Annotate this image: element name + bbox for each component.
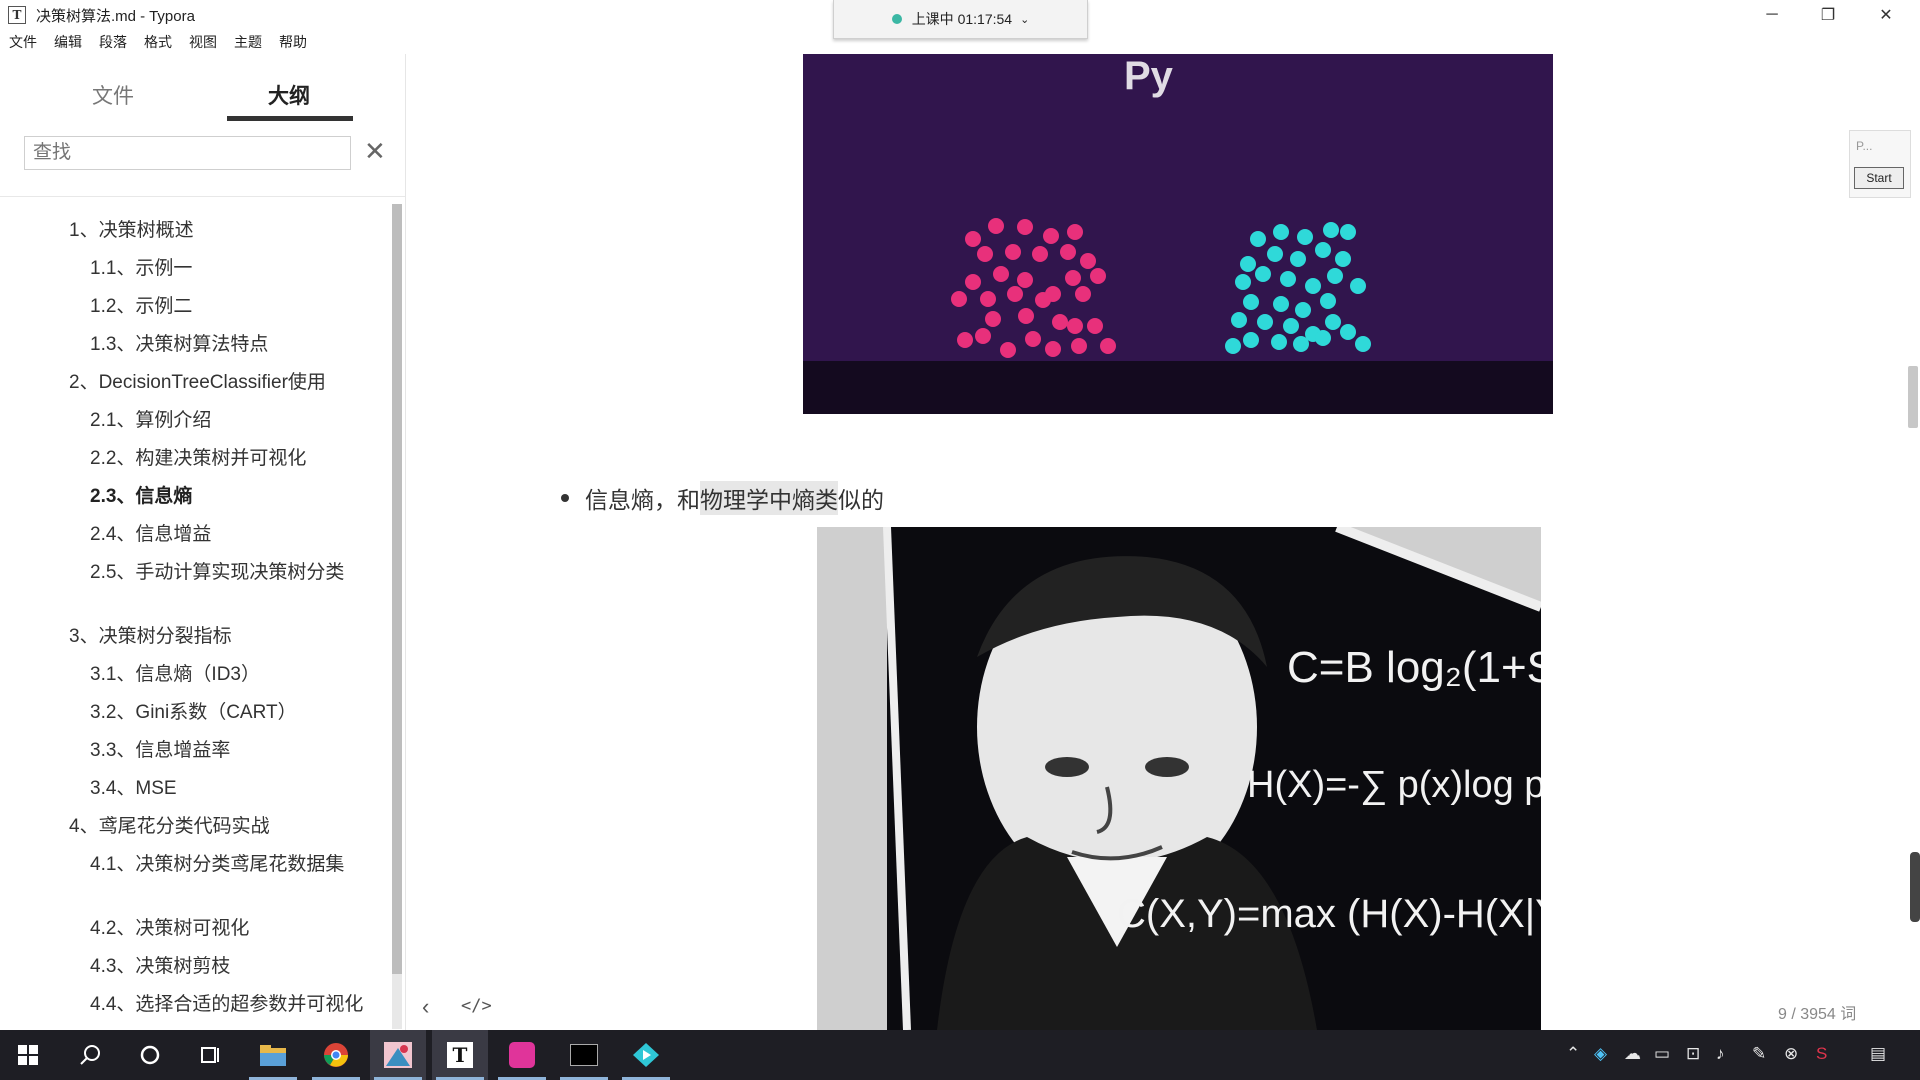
editor-area[interactable]: Py 信息熵，和物理学中熵类似的 C=B log₂(1+S/N) H(X)=-∑… xyxy=(406,54,1920,1030)
volume-icon[interactable]: ♪ xyxy=(1716,1044,1725,1064)
outline-item[interactable]: 4、鸢尾花分类代码实战 xyxy=(69,814,359,840)
source-mode-icon[interactable]: </> xyxy=(461,996,492,1016)
formula-entropy: H(X)=-∑ p(x)log p(x) xyxy=(1247,764,1541,806)
pink-app-icon[interactable] xyxy=(494,1030,550,1080)
slide-floor xyxy=(803,361,1553,414)
outline-item[interactable]: 3、决策树分裂指标 xyxy=(69,624,359,650)
windows-start-icon[interactable] xyxy=(0,1030,56,1080)
menu-edit[interactable]: 编辑 xyxy=(54,32,82,52)
outline-item[interactable]: 2.5、手动计算实现决策树分类 xyxy=(90,560,380,586)
formula-channel-capacity: C=B log₂(1+S/N) xyxy=(1287,643,1541,692)
outline-item[interactable]: 2、DecisionTreeClassifier使用 xyxy=(69,370,359,396)
recording-dot-icon xyxy=(891,14,902,24)
sidebar: 文件 大纲 ✕ 1、决策树概述 1.1、示例一 1.2、示例二 1.3、决策树算… xyxy=(0,54,406,1030)
minimize-button[interactable]: ─ xyxy=(1744,0,1800,30)
active-tab-indicator xyxy=(227,116,353,121)
menu-format[interactable]: 格式 xyxy=(144,32,172,52)
outline-item[interactable]: 3.4、MSE xyxy=(90,776,380,802)
outline-item[interactable]: 2.4、信息增益 xyxy=(90,522,380,548)
menu-help[interactable]: 帮助 xyxy=(279,32,307,52)
chrome-icon[interactable] xyxy=(308,1030,364,1080)
menu-view[interactable]: 视图 xyxy=(189,32,217,52)
tray-app-icon[interactable]: ◈ xyxy=(1594,1044,1607,1064)
tray-chevron-up-icon[interactable]: ⌃ xyxy=(1566,1044,1580,1064)
class-timer-widget[interactable]: 上课中 01:17:54 ⌄ xyxy=(833,0,1088,39)
formula-mutual-info: C(X,Y)=max (H(X)-H(X|Y)) xyxy=(1117,892,1541,936)
menu-file[interactable]: 文件 xyxy=(9,32,37,52)
outline-item[interactable]: 2.2、构建决策树并可视化 xyxy=(90,446,380,472)
notification-icon[interactable]: ▤ xyxy=(1870,1044,1886,1064)
tab-outline[interactable]: 大纲 xyxy=(268,80,310,110)
toggle-sidebar-icon[interactable]: ‹ xyxy=(422,994,429,1020)
taskbar: T ⌃ ◈ ☁ ▭ ⊡ ♪ ✎ ⊗ S ▤ xyxy=(0,1030,1920,1080)
battery-icon[interactable]: ▭ xyxy=(1654,1044,1670,1064)
pink-particle-cluster xyxy=(951,218,1116,358)
restore-button[interactable]: ❐ xyxy=(1800,0,1856,30)
terminal-icon[interactable] xyxy=(556,1030,612,1080)
close-button[interactable]: ✕ xyxy=(1858,0,1914,30)
outline-item[interactable]: 1.2、示例二 xyxy=(90,294,380,320)
chevron-down-icon[interactable]: ⌄ xyxy=(1020,13,1029,26)
task-view-icon[interactable] xyxy=(182,1030,238,1080)
class-timer-text: 上课中 01:17:54 xyxy=(911,11,1013,27)
typora-app-icon: T xyxy=(8,6,26,24)
bullet-text-start: 信息熵，和 xyxy=(585,487,700,513)
portrait-svg: C=B log₂(1+S/N) H(X)=-∑ p(x)log p(x) C(X… xyxy=(817,527,1541,1030)
bullet-text-end: 似的 xyxy=(838,487,884,513)
outline-item[interactable]: 4.2、决策树可视化 xyxy=(90,916,380,942)
outline-item-active[interactable]: 2.3、信息熵 xyxy=(90,484,380,510)
cyan-particle-cluster xyxy=(1225,222,1371,354)
menu-theme[interactable]: 主题 xyxy=(234,32,262,52)
sidebar-scrollbar-thumb[interactable] xyxy=(392,204,402,974)
word-count[interactable]: 9 / 3954 词 xyxy=(1778,1000,1856,1024)
onedrive-icon[interactable]: ☁ xyxy=(1624,1044,1641,1064)
cortana-icon[interactable] xyxy=(122,1030,178,1080)
mini-panel-label: P... xyxy=(1856,139,1873,153)
sogou-ime-icon[interactable]: S xyxy=(1816,1044,1827,1064)
outline-item[interactable]: 3.1、信息熵（ID3） xyxy=(90,662,380,688)
bullet-paragraph[interactable]: 信息熵，和 物理学中熵类 似的 xyxy=(561,481,884,515)
outline-item[interactable]: 4.3、决策树剪枝 xyxy=(90,954,380,980)
search-icon[interactable] xyxy=(62,1030,118,1080)
tab-files[interactable]: 文件 xyxy=(92,80,134,110)
pen-icon[interactable]: ✎ xyxy=(1752,1044,1766,1064)
sidebar-divider xyxy=(0,196,405,197)
network-icon[interactable]: ⊡ xyxy=(1686,1044,1700,1064)
typora-taskbar-icon[interactable]: T xyxy=(432,1030,488,1080)
floating-mini-panel: P... Start xyxy=(1849,130,1911,198)
outline-item[interactable]: 3.2、Gini系数（CART） xyxy=(90,700,380,726)
file-explorer-icon[interactable] xyxy=(245,1030,301,1080)
outline-item[interactable]: 1.3、决策树算法特点 xyxy=(90,332,380,358)
bullet-dot-icon xyxy=(561,494,569,502)
status-footer: ‹ </> 9 / 3954 词 xyxy=(406,990,1920,1030)
outline-item[interactable]: 1、决策树概述 xyxy=(69,218,359,244)
outline-item[interactable]: 4.1、决策树分类鸢尾花数据集 xyxy=(90,852,380,878)
editor-scrollbar-thumb[interactable] xyxy=(1908,366,1918,428)
sidebar-tabs: 文件 大纲 xyxy=(0,54,405,124)
bullet-text-highlight: 物理学中熵类 xyxy=(700,481,838,515)
outline-item[interactable]: 2.1、算例介绍 xyxy=(90,408,380,434)
menu-bar: 文件 编辑 段落 格式 视图 主题 帮助 xyxy=(0,30,400,54)
menu-paragraph[interactable]: 段落 xyxy=(99,32,127,52)
start-button[interactable]: Start xyxy=(1854,167,1904,189)
player-icon[interactable] xyxy=(618,1030,674,1080)
shannon-portrait-image: C=B log₂(1+S/N) H(X)=-∑ p(x)log p(x) C(X… xyxy=(817,527,1541,1030)
outline-item[interactable]: 4.4、选择合适的超参数并可视化 xyxy=(90,992,380,1032)
painting-app-icon[interactable] xyxy=(370,1030,426,1080)
clear-search-icon[interactable]: ✕ xyxy=(364,136,386,167)
outline-item[interactable]: 3.3、信息增益率 xyxy=(90,738,380,764)
side-drag-handle[interactable] xyxy=(1910,852,1920,922)
outline-item[interactable]: 1.1、示例一 xyxy=(90,256,380,282)
close-circle-icon[interactable]: ⊗ xyxy=(1784,1044,1798,1064)
window-title: 决策树算法.md - Typora xyxy=(36,7,195,25)
bilibili-watermark: Py xyxy=(1124,54,1173,98)
outline-search-input[interactable] xyxy=(24,136,351,170)
